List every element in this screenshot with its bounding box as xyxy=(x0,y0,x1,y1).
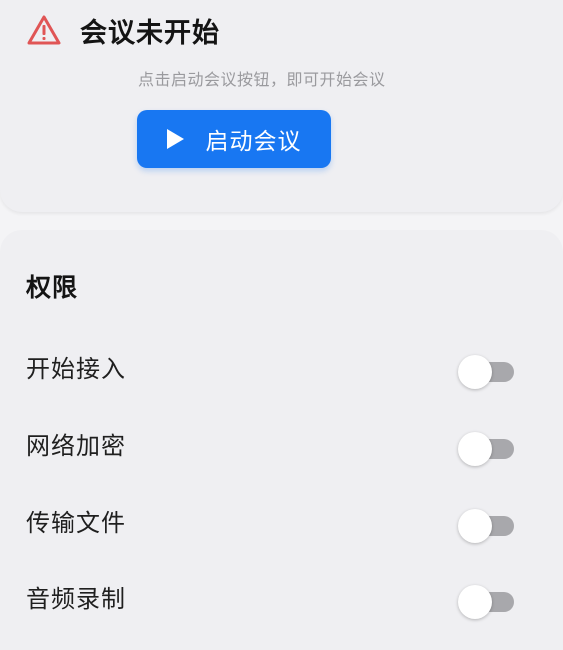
permission-row-audio-recording: 音频录制 xyxy=(0,565,563,625)
permissions-card: 权限 开始接入 网络加密 传输文件 音频录制 xyxy=(0,230,563,650)
start-meeting-label: 启动会议 xyxy=(205,128,302,154)
warning-triangle-icon xyxy=(26,14,62,46)
toggle-knob xyxy=(458,585,492,619)
play-icon xyxy=(166,129,184,149)
permission-label: 开始接入 xyxy=(26,355,126,383)
toggle-knob xyxy=(458,355,492,389)
permission-label: 网络加密 xyxy=(26,432,126,460)
permission-label: 音频录制 xyxy=(26,585,126,613)
toggle-knob xyxy=(458,432,492,466)
permission-row-start-access: 开始接入 xyxy=(0,335,563,395)
start-meeting-button[interactable]: 启动会议 xyxy=(137,110,331,168)
permission-row-file-transfer: 传输文件 xyxy=(0,489,563,549)
meeting-status-title: 会议未开始 xyxy=(80,17,220,49)
start-access-toggle[interactable] xyxy=(458,355,516,389)
audio-recording-toggle[interactable] xyxy=(458,585,516,619)
permission-row-network-encryption: 网络加密 xyxy=(0,412,563,472)
toggle-knob xyxy=(458,509,492,543)
meeting-status-header: 会议未开始 xyxy=(26,12,220,49)
meeting-status-hint: 点击启动会议按钮，即可开始会议 xyxy=(138,70,386,89)
network-encryption-toggle[interactable] xyxy=(458,432,516,466)
file-transfer-toggle[interactable] xyxy=(458,509,516,543)
permissions-title: 权限 xyxy=(26,273,79,302)
permission-label: 传输文件 xyxy=(26,509,126,537)
meeting-status-card: 会议未开始 点击启动会议按钮，即可开始会议 启动会议 xyxy=(0,0,563,212)
